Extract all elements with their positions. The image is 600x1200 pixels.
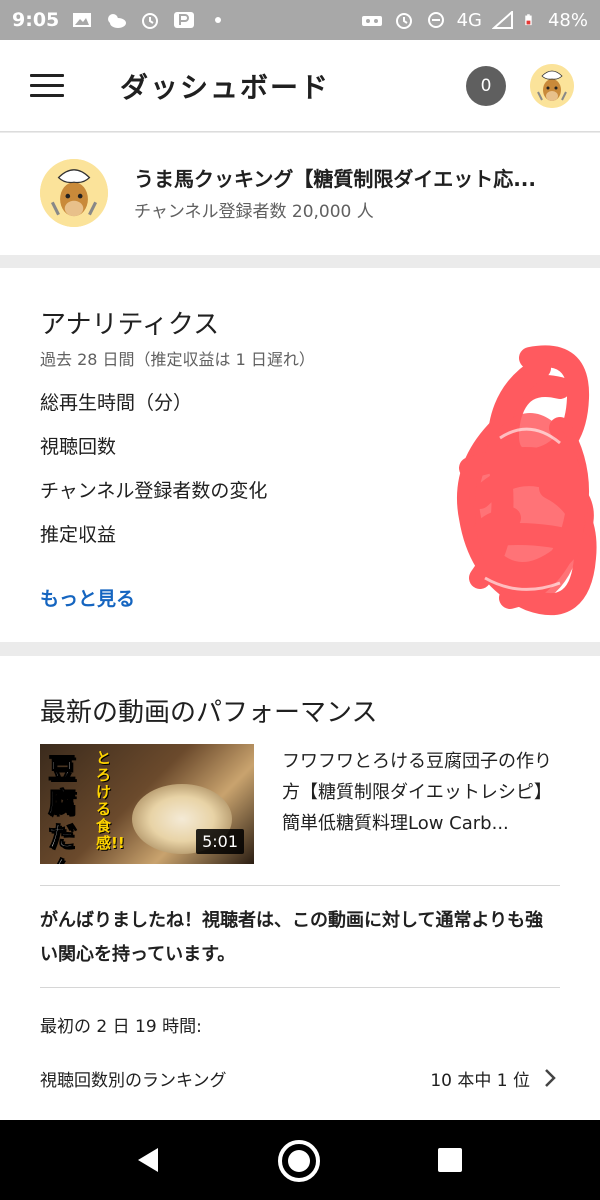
status-time: 9:05: [12, 9, 60, 31]
system-navigation-bar: [0, 1120, 600, 1200]
hamburger-menu-icon[interactable]: [30, 74, 64, 98]
horse-chef-icon: [40, 159, 108, 227]
analytics-period: 過去 28 日間（推定収益は 1 日遅れ）: [40, 350, 315, 369]
battery-icon: [525, 14, 532, 26]
latest-video-item[interactable]: 豆腐だんご とろける食感!! 5:01 フワフワとろける豆腐団子の作り方【糖質制…: [40, 744, 560, 866]
channel-subscriber-count: チャンネル登録者数 20,000 人: [134, 202, 374, 222]
thumbnail-title: 豆腐だんご: [48, 752, 77, 865]
ranking-value: 10 本中 1 位: [430, 1071, 530, 1091]
divider: [40, 885, 560, 886]
image-icon: [73, 13, 92, 27]
performance-praise-text: がんばりましたね！視聴者は、この動画に対して通常よりも強い関心を持っています。: [40, 910, 544, 965]
home-icon[interactable]: [276, 1138, 322, 1184]
alarm-icon: [142, 13, 159, 29]
video-duration: 5:01: [196, 829, 244, 854]
vr-icon: [361, 16, 382, 26]
channel-card[interactable]: うま馬クッキング【糖質制限ダイエット応... チャンネル登録者数 20,000 …: [0, 133, 600, 255]
divider: [40, 987, 560, 988]
video-title: フワフワとろける豆腐団子の作り方【糖質制限ダイエットレシピ】簡単低糖質料理Low…: [282, 751, 552, 834]
metric-subscriber-change: チャンネル登録者数の変化: [40, 480, 268, 502]
horse-chef-icon: [530, 64, 574, 108]
metric-watch-time: 総再生時間（分）: [40, 392, 193, 414]
network-type: 4G: [456, 9, 482, 31]
chevron-right-icon: [545, 1069, 556, 1087]
signal-icon: [491, 11, 513, 29]
app-bar: ダッシュボード 0: [0, 40, 600, 132]
recent-apps-icon[interactable]: [438, 1148, 462, 1172]
metric-estimated-revenue: 推定収益: [40, 524, 117, 546]
back-icon[interactable]: [134, 1146, 162, 1174]
performance-title: 最新の動画のパフォーマンス: [40, 698, 378, 728]
ranking-label: 視聴回数別のランキング: [40, 1071, 227, 1091]
latest-video-performance-card: 最新の動画のパフォーマンス 豆腐だんご とろける食感!! 5:01 フワフワとろ…: [0, 656, 600, 1120]
channel-name: うま馬クッキング【糖質制限ダイエット応...: [134, 167, 534, 191]
dnd-icon: [427, 12, 444, 28]
channel-avatar: [40, 159, 108, 227]
see-more-link[interactable]: もっと見る: [40, 584, 135, 611]
metric-views: 視聴回数: [40, 436, 117, 458]
view-ranking-row[interactable]: 視聴回数別のランキング 10 本中 1 位: [40, 1062, 560, 1096]
video-thumbnail: 豆腐だんご とろける食感!! 5:01: [40, 744, 254, 864]
weather-icon: [108, 14, 127, 28]
paypay-icon: [174, 12, 195, 28]
analytics-card: アナリティクス 過去 28 日間（推定収益は 1 日遅れ） 総再生時間（分） 視…: [0, 268, 600, 642]
dot-icon: [215, 17, 222, 23]
battery-level: 48%: [547, 9, 588, 31]
notification-badge[interactable]: 0: [466, 66, 506, 106]
page-title: ダッシュボード: [120, 71, 331, 104]
thumbnail-subtitle: とろける食感!!: [96, 749, 125, 852]
account-avatar[interactable]: [530, 64, 574, 108]
redaction-scribble: [457, 345, 597, 616]
status-bar: 9:05 4G 48%: [0, 0, 600, 40]
alarm-icon: [395, 13, 412, 29]
analytics-title: アナリティクス: [40, 310, 220, 340]
first-period-label: 最初の 2 日 19 時間:: [40, 1017, 202, 1037]
